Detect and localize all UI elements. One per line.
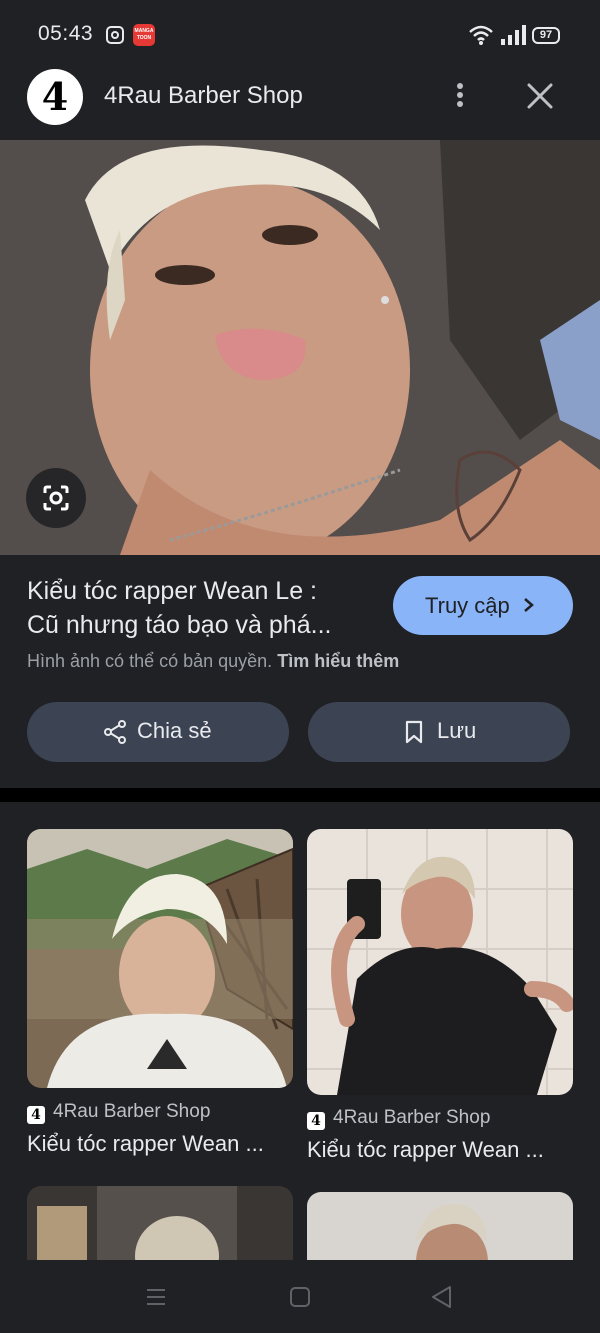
copyright-notice: Hình ảnh có thể có bản quyền. Tìm hiểu t… [27,651,399,672]
share-label: Chia sẻ [137,718,212,743]
bookmark-icon [405,720,423,744]
share-icon [104,720,126,744]
visit-label: Truy cập [425,593,510,618]
more-options-icon[interactable] [448,80,472,112]
visit-button[interactable]: Truy cập [393,576,573,635]
source-favicon: 4 [27,1106,45,1124]
related-source-1[interactable]: 4 4Rau Barber Shop [27,1101,210,1124]
save-button[interactable]: Lưu [308,702,570,762]
copyright-text: Hình ảnh có thể có bản quyền. [27,651,273,671]
learn-more-link[interactable]: Tìm hiểu thêm [277,651,399,671]
related-source-2[interactable]: 4 4Rau Barber Shop [307,1107,490,1130]
related-caption-1[interactable]: Kiểu tóc rapper Wean ... [27,1131,264,1157]
related-image-1[interactable] [27,829,293,1088]
wifi-icon [469,25,493,45]
site-name[interactable]: 4Rau Barber Shop [104,82,303,110]
signal-icon [501,25,526,45]
related-image-3[interactable] [27,1186,293,1260]
mangatoon-icon: MANGA TOON [133,24,155,46]
recent-apps-icon[interactable] [145,1288,167,1306]
related-image-2[interactable] [307,829,573,1095]
related-image-4[interactable] [307,1192,573,1260]
battery-icon: 97 [532,27,560,44]
save-label: Lưu [437,718,477,743]
section-divider [0,788,600,802]
related-caption-2[interactable]: Kiểu tóc rapper Wean ... [307,1137,544,1163]
image-title: Kiểu tóc rapper Wean Le : Cũ nhưng táo b… [27,574,377,642]
system-nav-bar [0,1260,600,1333]
related-source-name-2: 4Rau Barber Shop [333,1107,491,1128]
close-icon[interactable] [522,78,558,114]
site-logo[interactable]: 4 [27,69,83,125]
lens-icon [43,485,69,511]
share-button[interactable]: Chia sẻ [27,702,289,762]
image-title-line2: Cũ nhưng táo bạo và phá... [27,611,332,639]
home-icon[interactable] [289,1286,311,1308]
chevron-right-icon [524,598,534,612]
back-icon[interactable] [430,1285,452,1309]
instagram-icon [106,26,124,44]
status-time: 05:43 [38,22,94,45]
related-source-name-1: 4Rau Barber Shop [53,1101,211,1122]
main-image[interactable] [0,140,600,555]
image-title-line1: Kiểu tóc rapper Wean Le : [27,577,317,605]
source-favicon: 4 [307,1112,325,1130]
lens-search-button[interactable] [26,468,86,528]
